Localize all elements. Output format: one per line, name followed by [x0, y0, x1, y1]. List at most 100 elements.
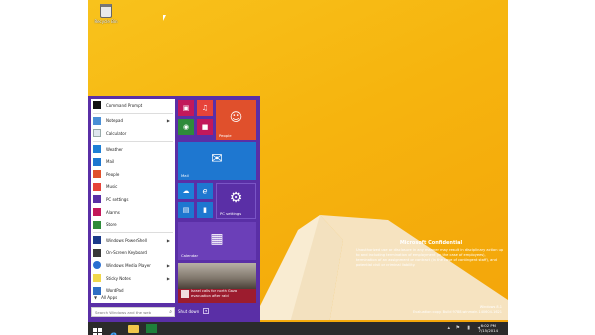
- search-placeholder: Search Windows and the web: [95, 309, 152, 315]
- tile-reader[interactable]: ▤: [178, 202, 194, 218]
- app-item-label: WordPad: [106, 288, 124, 294]
- gamepad-icon: ◉: [182, 123, 190, 131]
- chevron-right-icon[interactable]: ▶: [167, 276, 170, 281]
- app-item-mail[interactable]: Mail: [91, 155, 175, 168]
- tile-camera[interactable]: ■: [197, 119, 213, 135]
- command-prompt-icon: [93, 101, 101, 110]
- app-item-weather[interactable]: Weather: [91, 143, 175, 156]
- app-item-people[interactable]: People: [91, 168, 175, 181]
- app-item-label: Weather: [106, 146, 123, 152]
- tile-mail[interactable]: ✉ Mail: [178, 142, 256, 180]
- file-explorer-icon[interactable]: [128, 325, 139, 333]
- taskbar-internet-explorer[interactable]: e: [110, 323, 121, 335]
- tile-onedrive[interactable]: ☁: [178, 183, 194, 199]
- app-item-label: Command Prompt: [106, 102, 143, 108]
- weather-icon: [93, 145, 101, 154]
- app-item-label: People: [106, 171, 120, 177]
- headphones-icon: ♫: [201, 104, 209, 112]
- desktop: Recycle Bin Microsoft Confidential Unaut…: [88, 0, 508, 335]
- chevron-right-icon[interactable]: ▶: [167, 118, 170, 123]
- app-item-label: Mail: [106, 159, 115, 165]
- camera-icon: ■: [201, 123, 209, 131]
- app-item-label: Sticky Notes: [106, 275, 131, 281]
- taskbar-clock[interactable]: 6:02 PM 7/15/2014: [479, 323, 498, 333]
- media-player-icon: [93, 261, 101, 270]
- ie-icon: e: [202, 186, 208, 196]
- news-icon: [181, 290, 189, 298]
- alarm-icon: [93, 208, 101, 217]
- evaluation-line-2: Evaluation copy. Build 9788.winmain.1406…: [412, 310, 502, 314]
- settings-icon: [93, 195, 101, 204]
- chevron-up-icon[interactable]: ▴: [447, 325, 450, 331]
- gear-icon: ⚙: [229, 190, 243, 207]
- shutdown-label: Shut down: [178, 308, 200, 314]
- app-item-command-prompt[interactable]: Command Prompt: [91, 99, 175, 112]
- chevron-right-icon[interactable]: ▶: [167, 238, 170, 243]
- store-icon: [93, 220, 101, 229]
- keyboard-icon: [93, 248, 101, 257]
- app-item-label: Notepad: [106, 118, 123, 124]
- music-icon: [93, 182, 101, 191]
- app-item-windows-powershell[interactable]: Windows PowerShell ▶: [91, 234, 175, 247]
- calculator-icon: [93, 129, 101, 138]
- ie-icon: e: [110, 330, 117, 335]
- all-apps-button[interactable]: ▼ All Apps: [94, 295, 117, 300]
- tile-people[interactable]: ☺ People: [216, 100, 256, 140]
- app-item-label: On-Screen Keyboard: [106, 250, 147, 256]
- network-icon[interactable]: ▮: [467, 325, 470, 331]
- divider: [93, 231, 173, 233]
- app-item-calculator[interactable]: Calculator: [91, 127, 175, 140]
- taskbar: e ▴ ⚑ ▮ ◂ 6:02 PM 7/15/2014: [88, 322, 508, 335]
- app-item-notepad[interactable]: Notepad ▶: [91, 115, 175, 128]
- clock-date: 7/15/2014: [478, 328, 498, 333]
- recycle-bin[interactable]: Recycle Bin: [92, 4, 120, 24]
- envelope-icon: ✉: [211, 150, 223, 167]
- sticky-notes-icon: [93, 274, 101, 283]
- tile-internet-explorer[interactable]: e: [197, 183, 213, 199]
- chevron-right-icon[interactable]: ▶: [167, 263, 170, 268]
- tile-video[interactable]: ▣: [178, 100, 194, 116]
- tile-calendar[interactable]: ▦ Calendar: [178, 222, 256, 260]
- app-item-label: Alarms: [106, 209, 120, 215]
- tile-pc-settings-label: PC settings: [220, 211, 242, 216]
- people-icon: [93, 170, 101, 179]
- chevron-down-icon[interactable]: ▾: [203, 308, 210, 314]
- tile-people-label: People: [219, 133, 232, 138]
- confidential-watermark: Microsoft Confidential Unauthorized use …: [356, 240, 506, 268]
- tile-pc-settings[interactable]: ⚙ PC settings: [216, 183, 256, 219]
- app-item-alarms[interactable]: Alarms: [91, 206, 175, 219]
- app-item-label: Music: [106, 184, 118, 190]
- app-item-sticky-notes[interactable]: Sticky Notes ▶: [91, 272, 175, 285]
- search-icon[interactable]: ⌕: [169, 309, 172, 315]
- start-menu: Command Prompt Notepad ▶ Calculator Weat…: [88, 96, 260, 322]
- mouse-cursor-icon: [163, 15, 166, 21]
- mail-icon: [93, 157, 101, 166]
- shutdown-button[interactable]: Shut down ▾: [178, 308, 210, 314]
- search-input[interactable]: Search Windows and the web ⌕: [91, 307, 175, 317]
- tile-calendar-label: Calendar: [181, 253, 199, 258]
- app-item-music[interactable]: Music: [91, 181, 175, 194]
- tile-music[interactable]: ♫: [197, 100, 213, 116]
- store-taskbar-icon[interactable]: [146, 324, 157, 333]
- evaluation-notice: Windows 8.1 Evaluation copy. Build 9788.…: [413, 305, 502, 315]
- people-icon: ☺: [229, 109, 243, 124]
- start-button[interactable]: [92, 323, 103, 335]
- app-list: Command Prompt Notepad ▶ Calculator Weat…: [91, 99, 175, 303]
- tile-files[interactable]: ▮: [197, 202, 213, 218]
- powershell-icon: [93, 236, 101, 245]
- app-item-label: Store: [106, 222, 117, 228]
- divider: [93, 140, 173, 142]
- windows-logo-icon: [93, 328, 102, 335]
- flag-icon[interactable]: ⚑: [456, 325, 460, 331]
- notepad-icon: [93, 116, 101, 125]
- tile-news[interactable]: Israel calls for north Gaza evacuation a…: [178, 263, 256, 303]
- app-item-windows-media-player[interactable]: Windows Media Player ▶: [91, 259, 175, 272]
- wordpad-icon: [93, 286, 101, 295]
- app-item-on-screen-keyboard[interactable]: On-Screen Keyboard: [91, 247, 175, 260]
- calendar-icon: ▦: [210, 230, 224, 247]
- watermark-body: Unauthorized use or disclosure in any ma…: [356, 248, 504, 267]
- app-item-pc-settings[interactable]: PC settings: [91, 193, 175, 206]
- app-item-store[interactable]: Store: [91, 218, 175, 231]
- video-icon: ▣: [182, 104, 190, 112]
- tile-games[interactable]: ◉: [178, 119, 194, 135]
